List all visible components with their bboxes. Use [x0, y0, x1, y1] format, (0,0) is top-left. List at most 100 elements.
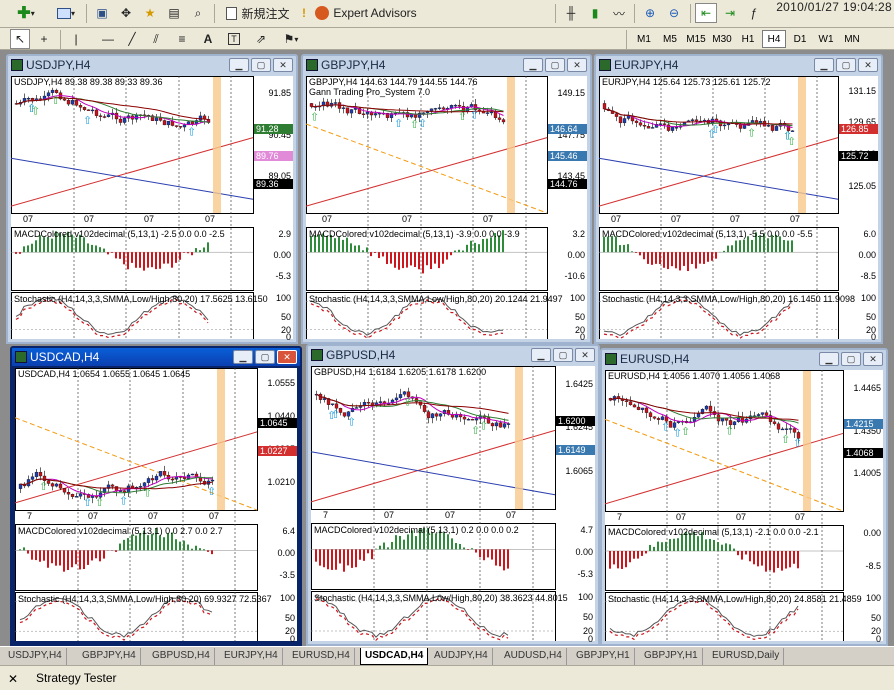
trendline-button[interactable]: ╱ [122, 29, 142, 49]
more-tools-button[interactable]: ⚑ ▾ [278, 29, 304, 49]
horizontal-line-button[interactable]: — [98, 29, 118, 49]
fibonacci-button[interactable]: ≡ [172, 29, 192, 49]
minimize-button[interactable]: ▁ [229, 58, 249, 72]
maximize-button[interactable]: ▢ [836, 58, 856, 72]
maximize-button[interactable]: ▢ [251, 58, 271, 72]
chart-window[interactable]: USDCAD,H4 ▁ ▢ ✕ ⇧ ⇧ ⇧ ⇧ ⇧ ⇧ USDCAD,H4 1.0654 1.06… [10, 346, 302, 646]
chart-window[interactable]: EURUSD,H4 ▁ ▢ ✕ ⇧ ⇧ ⇧ ⇧ ⇧ ⇧ EURUSD,H4 1.4056 1.40… [600, 348, 888, 646]
chart-tab[interactable]: EURUSD,H4 [288, 648, 355, 665]
zoom-in-button[interactable]: ⊕ [639, 3, 661, 23]
favorites-button[interactable]: ★ [139, 3, 161, 23]
chart-tab[interactable]: GBPJPY,H1 [640, 648, 703, 665]
price-axis-tick: 1.0555 [267, 378, 295, 388]
minimize-button[interactable]: ▁ [814, 58, 834, 72]
chart-area[interactable]: ⇧ ⇧ ⇧ ⇧ ⇧ ⇧ USDCAD,H4 1.0654 1.0655 1.0645 1.0… [15, 368, 297, 644]
timeframe-w1[interactable]: W1 [814, 30, 838, 48]
chart-tab[interactable]: GBPUSD,H4 [148, 648, 215, 665]
candle [38, 471, 43, 477]
chart-tab[interactable]: AUDUSD,H4 [500, 648, 567, 665]
zoom-out-button[interactable]: ⊖ [663, 3, 685, 23]
chart-window[interactable]: GBPUSD,H4 ▁ ▢ ✕ ⇧ ⇧ ⇧ ⇧ ⇧ ⇧ GBPUSD,H4 1.6184 1.62… [306, 344, 600, 646]
maximize-button[interactable]: ▢ [553, 348, 573, 362]
signal-arrow-icon: ⇧ [418, 118, 427, 130]
timeframe-h4[interactable]: H4 [762, 30, 786, 48]
chart-area[interactable]: ⇧ ⇧ ⇧ ⇧ ⇧ ⇧ EURJPY,H4 125.64 125.73 125.61 125… [599, 76, 878, 342]
minimize-button[interactable]: ▁ [523, 58, 543, 72]
chart-area[interactable]: ⇧ ⇧ ⇧ ⇧ ⇧ ⇧ USDJPY,H4 89.38 89.38 89.33 89.36 9… [11, 76, 293, 342]
chart-window[interactable]: EURJPY,H4 ▁ ▢ ✕ ⇧ ⇧ ⇧ ⇧ ⇧ ⇧ EURJPY,H4 125.64 125.… [594, 54, 883, 344]
chart-tabs: USDJPY,H4 GBPJPY,H4 GBPUSD,H4 EURJPY,H4 EURU… [0, 646, 894, 665]
chart-area[interactable]: ⇧ ⇧ ⇧ ⇧ ⇧ ⇧ GBPJPY,H4 144.63 144.79 144.55 144… [306, 76, 587, 342]
chart-window-titlebar[interactable]: EURJPY,H4 ▁ ▢ ✕ [596, 56, 881, 74]
chart-tab[interactable]: GBPJPY,H1 [572, 648, 635, 665]
indicators-button[interactable]: ƒ [743, 3, 765, 23]
macd-bar [723, 250, 725, 253]
stochastic-axis-tick: 50 [582, 612, 593, 622]
channel-button[interactable]: ⫽ [146, 29, 166, 49]
timeframe-m15[interactable]: M15 [684, 30, 708, 48]
chart-tab[interactable]: GBPJPY,H4 [78, 648, 141, 665]
price-axis-tick: 131.15 [848, 86, 876, 96]
timeframe-d1[interactable]: D1 [788, 30, 812, 48]
timeframe-h1[interactable]: H1 [736, 30, 760, 48]
chart-tab[interactable]: EURJPY,H4 [220, 648, 283, 665]
label-tool-button[interactable]: T [224, 29, 244, 49]
chart-window-titlebar[interactable]: GBPUSD,H4 ▁ ▢ ✕ [308, 346, 598, 364]
chart-area[interactable]: ⇧ ⇧ ⇧ ⇧ ⇧ ⇧ EURUSD,H4 1.4056 1.4070 1.4056 1.4… [605, 370, 883, 644]
timeframe-mn[interactable]: MN [840, 30, 864, 48]
crosshair-nav-button[interactable]: ✥ [115, 3, 137, 23]
close-button[interactable]: ✕ [863, 352, 883, 366]
arrows-button[interactable]: ⇗ [250, 29, 272, 49]
line-chart-button[interactable]: 〰 [608, 3, 630, 23]
terminal-button[interactable]: ▤ [163, 3, 185, 23]
new-chart-button[interactable]: ✚ ▾ [6, 3, 46, 23]
close-button[interactable]: ✕ [858, 58, 878, 72]
close-icon[interactable]: ✕ [8, 672, 18, 686]
text-tool-button[interactable]: A [198, 29, 218, 49]
chart-window-titlebar[interactable]: USDCAD,H4 ▁ ▢ ✕ [12, 348, 300, 366]
vertical-line-button[interactable]: | [66, 29, 86, 49]
chart-header-label: USDJPY,H4 89.38 89.38 89.33 89.36 [14, 77, 163, 87]
chart-window-titlebar[interactable]: GBPJPY,H4 ▁ ▢ ✕ [303, 56, 590, 74]
maximize-button[interactable]: ▢ [255, 350, 275, 364]
chart-window[interactable]: GBPJPY,H4 ▁ ▢ ✕ ⇧ ⇧ ⇧ ⇧ ⇧ ⇧ GBPJPY,H4 144.63 144.… [301, 54, 592, 344]
bar-chart-button[interactable]: ╫ [560, 3, 582, 23]
crosshair-tool-button[interactable]: + [34, 29, 54, 49]
alert-icon-button[interactable]: ! [297, 3, 311, 23]
close-button[interactable]: ✕ [277, 350, 297, 364]
tester-button[interactable]: ⌕ [187, 3, 209, 23]
chart-window-titlebar[interactable]: EURUSD,H4 ▁ ▢ ✕ [602, 350, 886, 368]
minimize-button[interactable]: ▁ [819, 352, 839, 366]
auto-scroll-button[interactable]: ⇤ [695, 3, 717, 23]
chart-window[interactable]: USDJPY,H4 ▁ ▢ ✕ ⇧ ⇧ ⇧ ⇧ ⇧ ⇧ USDJPY,H4 89.38 89.38… [6, 54, 298, 344]
expert-advisors-button[interactable]: Expert Advisors [314, 3, 418, 23]
chart-tab[interactable]: AUDJPY,H4 [430, 648, 493, 665]
chart-tab[interactable]: USDCAD,H4 [360, 648, 429, 665]
profiles-button[interactable]: ▾ [50, 3, 82, 23]
market-watch-button[interactable]: ▣ [91, 3, 113, 23]
minimize-button[interactable]: ▁ [233, 350, 253, 364]
maximize-button[interactable]: ▢ [545, 58, 565, 72]
chart-window-titlebar[interactable]: USDJPY,H4 ▁ ▢ ✕ [8, 56, 296, 74]
close-button[interactable]: ✕ [567, 58, 587, 72]
timeframe-m1[interactable]: M1 [632, 30, 656, 48]
chart-area[interactable]: ⇧ ⇧ ⇧ ⇧ ⇧ ⇧ GBPUSD,H4 1.6184 1.6205 1.6178 1.6… [311, 366, 595, 644]
minimize-button[interactable]: ▁ [531, 348, 551, 362]
candle [333, 102, 338, 104]
timeframe-m5[interactable]: M5 [658, 30, 682, 48]
candle [414, 398, 419, 402]
candle [30, 476, 35, 480]
timeframe-m30[interactable]: M30 [710, 30, 734, 48]
chart-header-label: GBPJPY,H4 144.63 144.79 144.55 144.76 [309, 77, 478, 87]
close-button[interactable]: ✕ [273, 58, 293, 72]
maximize-button[interactable]: ▢ [841, 352, 861, 366]
time-axis-tick: 07 [483, 214, 494, 224]
candle-chart-button[interactable]: ▮ [584, 3, 606, 23]
close-button[interactable]: ✕ [575, 348, 595, 362]
candle [660, 416, 665, 420]
new-order-button[interactable]: 新規注文 [220, 3, 296, 23]
chart-shift-button[interactable]: ⇥ [719, 3, 741, 23]
chart-tab[interactable]: EURUSD,Daily [708, 648, 785, 665]
cursor-tool-button[interactable]: ↖ [10, 29, 30, 49]
chart-tab[interactable]: USDJPY,H4 [4, 648, 67, 665]
